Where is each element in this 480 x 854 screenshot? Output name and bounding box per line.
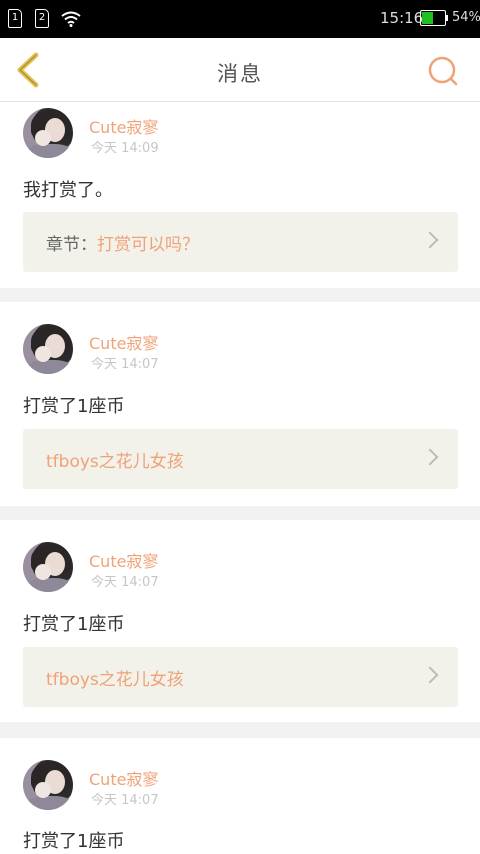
link-title: tfboys之花儿女孩 [46,670,184,690]
app-header: 消息 [0,38,480,102]
username[interactable]: Cute寂寥 [89,330,158,354]
username[interactable]: Cute寂寥 [89,548,158,572]
link-prefix: 章节： [46,235,97,255]
message-text: 打赏了1座币 [23,614,125,635]
message-card: Cute寂寥 今天 14:07 打赏了1座币 tfboys之花儿女孩 [0,302,480,506]
timestamp: 今天 14:07 [91,357,159,372]
chevron-right-icon [421,666,439,684]
message-card: Cute寂寥 今天 14:09 我打赏了。 章节：打赏可以吗？ [0,102,480,288]
status-bar: 1 2 15:16 54% [0,0,480,38]
reference-link[interactable]: tfboys之花儿女孩 [23,429,458,489]
reference-link[interactable]: tfboys之花儿女孩 [23,647,458,707]
message-text: 打赏了1座币 [23,396,125,417]
message-list[interactable]: Cute寂寥 今天 14:09 我打赏了。 章节：打赏可以吗？ Cute寂寥 今… [0,102,480,854]
avatar[interactable] [23,108,73,158]
chevron-right-icon [421,448,439,466]
avatar[interactable] [23,542,73,592]
battery-percent: 54% [452,10,480,25]
message-card: Cute寂寥 今天 14:07 打赏了1座币 [0,738,480,854]
page-title: 消息 [217,62,263,86]
search-icon[interactable] [425,53,461,89]
message-card: Cute寂寥 今天 14:07 打赏了1座币 tfboys之花儿女孩 [0,520,480,722]
battery-icon [420,10,446,26]
timestamp: 今天 14:07 [91,575,159,590]
username[interactable]: Cute寂寥 [89,114,158,138]
reference-link[interactable]: 章节：打赏可以吗？ [23,212,458,272]
sim1-icon: 1 [8,9,22,28]
battery-tip [446,15,448,21]
wifi-icon [61,11,81,27]
avatar[interactable] [23,324,73,374]
link-title: tfboys之花儿女孩 [46,452,184,472]
message-text: 我打赏了。 [23,180,113,201]
avatar[interactable] [23,760,73,810]
message-text: 打赏了1座币 [23,831,125,852]
username[interactable]: Cute寂寥 [89,766,158,790]
sim2-icon: 2 [35,9,49,28]
chevron-right-icon [421,231,439,249]
timestamp: 今天 14:09 [91,141,159,156]
status-time: 15:16 [380,9,424,27]
timestamp: 今天 14:07 [91,793,159,808]
link-title: 打赏可以吗？ [97,235,199,255]
